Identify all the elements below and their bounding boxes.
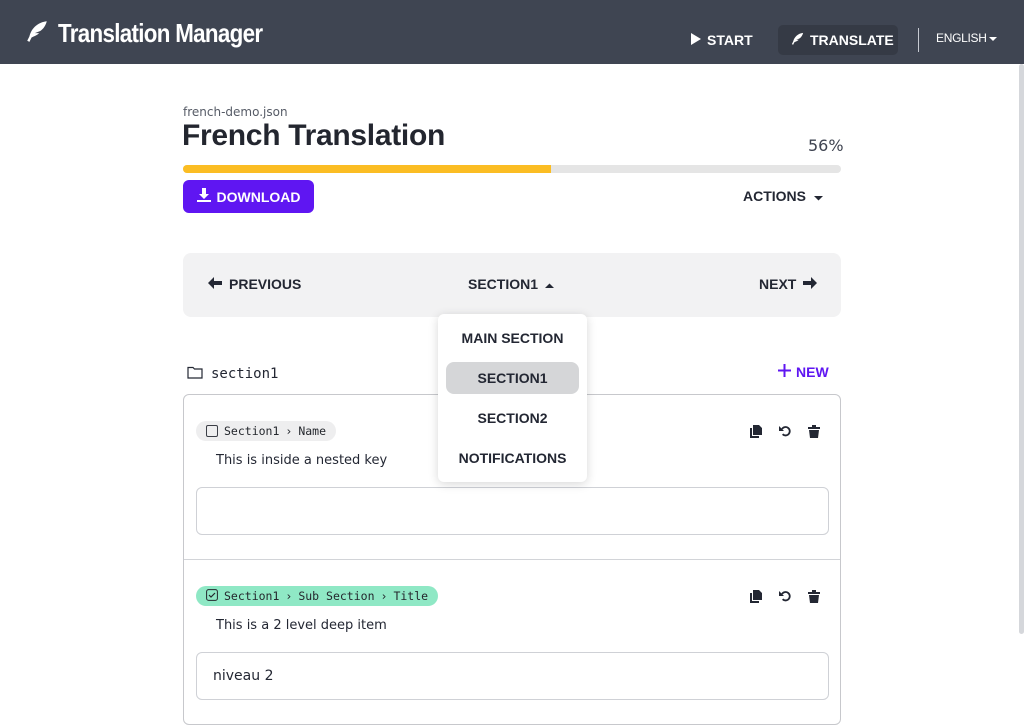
- translation-input[interactable]: [196, 487, 829, 535]
- key-path-badge: Section1 › Sub Section › Title: [196, 586, 439, 606]
- key-path-segment: Sub Section: [298, 589, 375, 603]
- section-name: section1: [211, 366, 279, 382]
- key-path-badge: Section1 › Name: [196, 421, 337, 441]
- nav-translate-button[interactable]: TRANSLATE: [778, 25, 898, 55]
- arrow-left-icon: [208, 276, 222, 292]
- nav-divider: [918, 28, 919, 52]
- caret-down-icon: [988, 31, 997, 45]
- section-pager: PREVIOUS SECTION1 NEXT: [183, 253, 841, 317]
- copy-icon[interactable]: [749, 424, 763, 438]
- item-tools: [749, 424, 821, 438]
- language-selector[interactable]: ENGLISH: [936, 31, 997, 45]
- section-selector-label: SECTION1: [468, 276, 539, 292]
- brand[interactable]: Translation Manager: [24, 16, 296, 50]
- folder-icon: [187, 365, 203, 383]
- key-path-segment: Section1: [224, 424, 280, 438]
- feather-icon: [24, 18, 50, 48]
- checkbox-icon[interactable]: [206, 425, 218, 437]
- menu-item-notifications[interactable]: NOTIFICATIONS: [446, 442, 579, 474]
- menu-item-section2[interactable]: SECTION2: [446, 402, 579, 434]
- progress-fill: [183, 165, 552, 173]
- menu-item-section1[interactable]: SECTION1: [446, 362, 579, 394]
- key-path-segment: Section1: [224, 589, 280, 603]
- section-heading: section1: [187, 365, 278, 383]
- menu-item-main-section[interactable]: MAIN SECTION: [446, 322, 579, 354]
- undo-icon[interactable]: [778, 424, 792, 438]
- nav-start-label: START: [707, 32, 753, 48]
- arrow-right-icon: [803, 276, 818, 292]
- caret-down-icon: [814, 188, 823, 204]
- previous-label: PREVIOUS: [229, 276, 302, 292]
- chevron-right-icon: ›: [380, 589, 388, 603]
- progress-bar: [183, 165, 841, 173]
- nav-start-button[interactable]: START: [678, 25, 765, 55]
- feather-icon: [790, 31, 805, 49]
- new-key-button[interactable]: NEW: [778, 364, 829, 380]
- section-menu: MAIN SECTION SECTION1 SECTION2 NOTIFICAT…: [438, 314, 587, 482]
- key-description: This is inside a nested key: [216, 453, 388, 468]
- trash-icon[interactable]: [807, 424, 821, 438]
- undo-icon[interactable]: [778, 589, 792, 603]
- language-label: ENGLISH: [936, 31, 987, 45]
- section-selector[interactable]: SECTION1: [468, 276, 555, 292]
- chevron-right-icon: ›: [285, 424, 293, 438]
- checkbox-checked-icon[interactable]: [206, 588, 218, 604]
- next-label: NEXT: [759, 276, 797, 292]
- item-tools: [749, 589, 821, 603]
- actions-dropdown[interactable]: ACTIONS: [743, 188, 823, 204]
- next-button[interactable]: NEXT: [759, 276, 818, 292]
- nav-translate-label: TRANSLATE: [810, 32, 894, 48]
- copy-icon[interactable]: [749, 589, 763, 603]
- key-path-segment: Name: [298, 424, 327, 438]
- page-title: French Translation: [182, 119, 445, 152]
- file-name: french-demo.json: [183, 105, 288, 119]
- divider: [184, 559, 840, 560]
- key-description: This is a 2 level deep item: [216, 618, 387, 633]
- scrollbar[interactable]: [1019, 64, 1024, 634]
- trash-icon[interactable]: [807, 589, 821, 603]
- download-button[interactable]: DOWNLOAD: [183, 180, 314, 213]
- download-label: DOWNLOAD: [216, 188, 301, 205]
- new-key-label: NEW: [796, 364, 829, 380]
- translation-input[interactable]: niveau 2: [196, 652, 829, 700]
- key-path-segment: Title: [393, 589, 429, 603]
- plus-icon: [778, 364, 791, 380]
- play-icon: [690, 32, 702, 49]
- top-navbar: Translation Manager START TRANSLATE ENGL…: [0, 0, 1024, 64]
- chevron-right-icon: ›: [285, 589, 293, 603]
- download-icon: [196, 188, 211, 205]
- previous-button[interactable]: PREVIOUS: [208, 276, 301, 292]
- app-title: Translation Manager: [58, 17, 263, 48]
- progress-percent: 56%: [808, 136, 844, 155]
- actions-label: ACTIONS: [743, 188, 806, 204]
- caret-up-icon: [545, 276, 555, 292]
